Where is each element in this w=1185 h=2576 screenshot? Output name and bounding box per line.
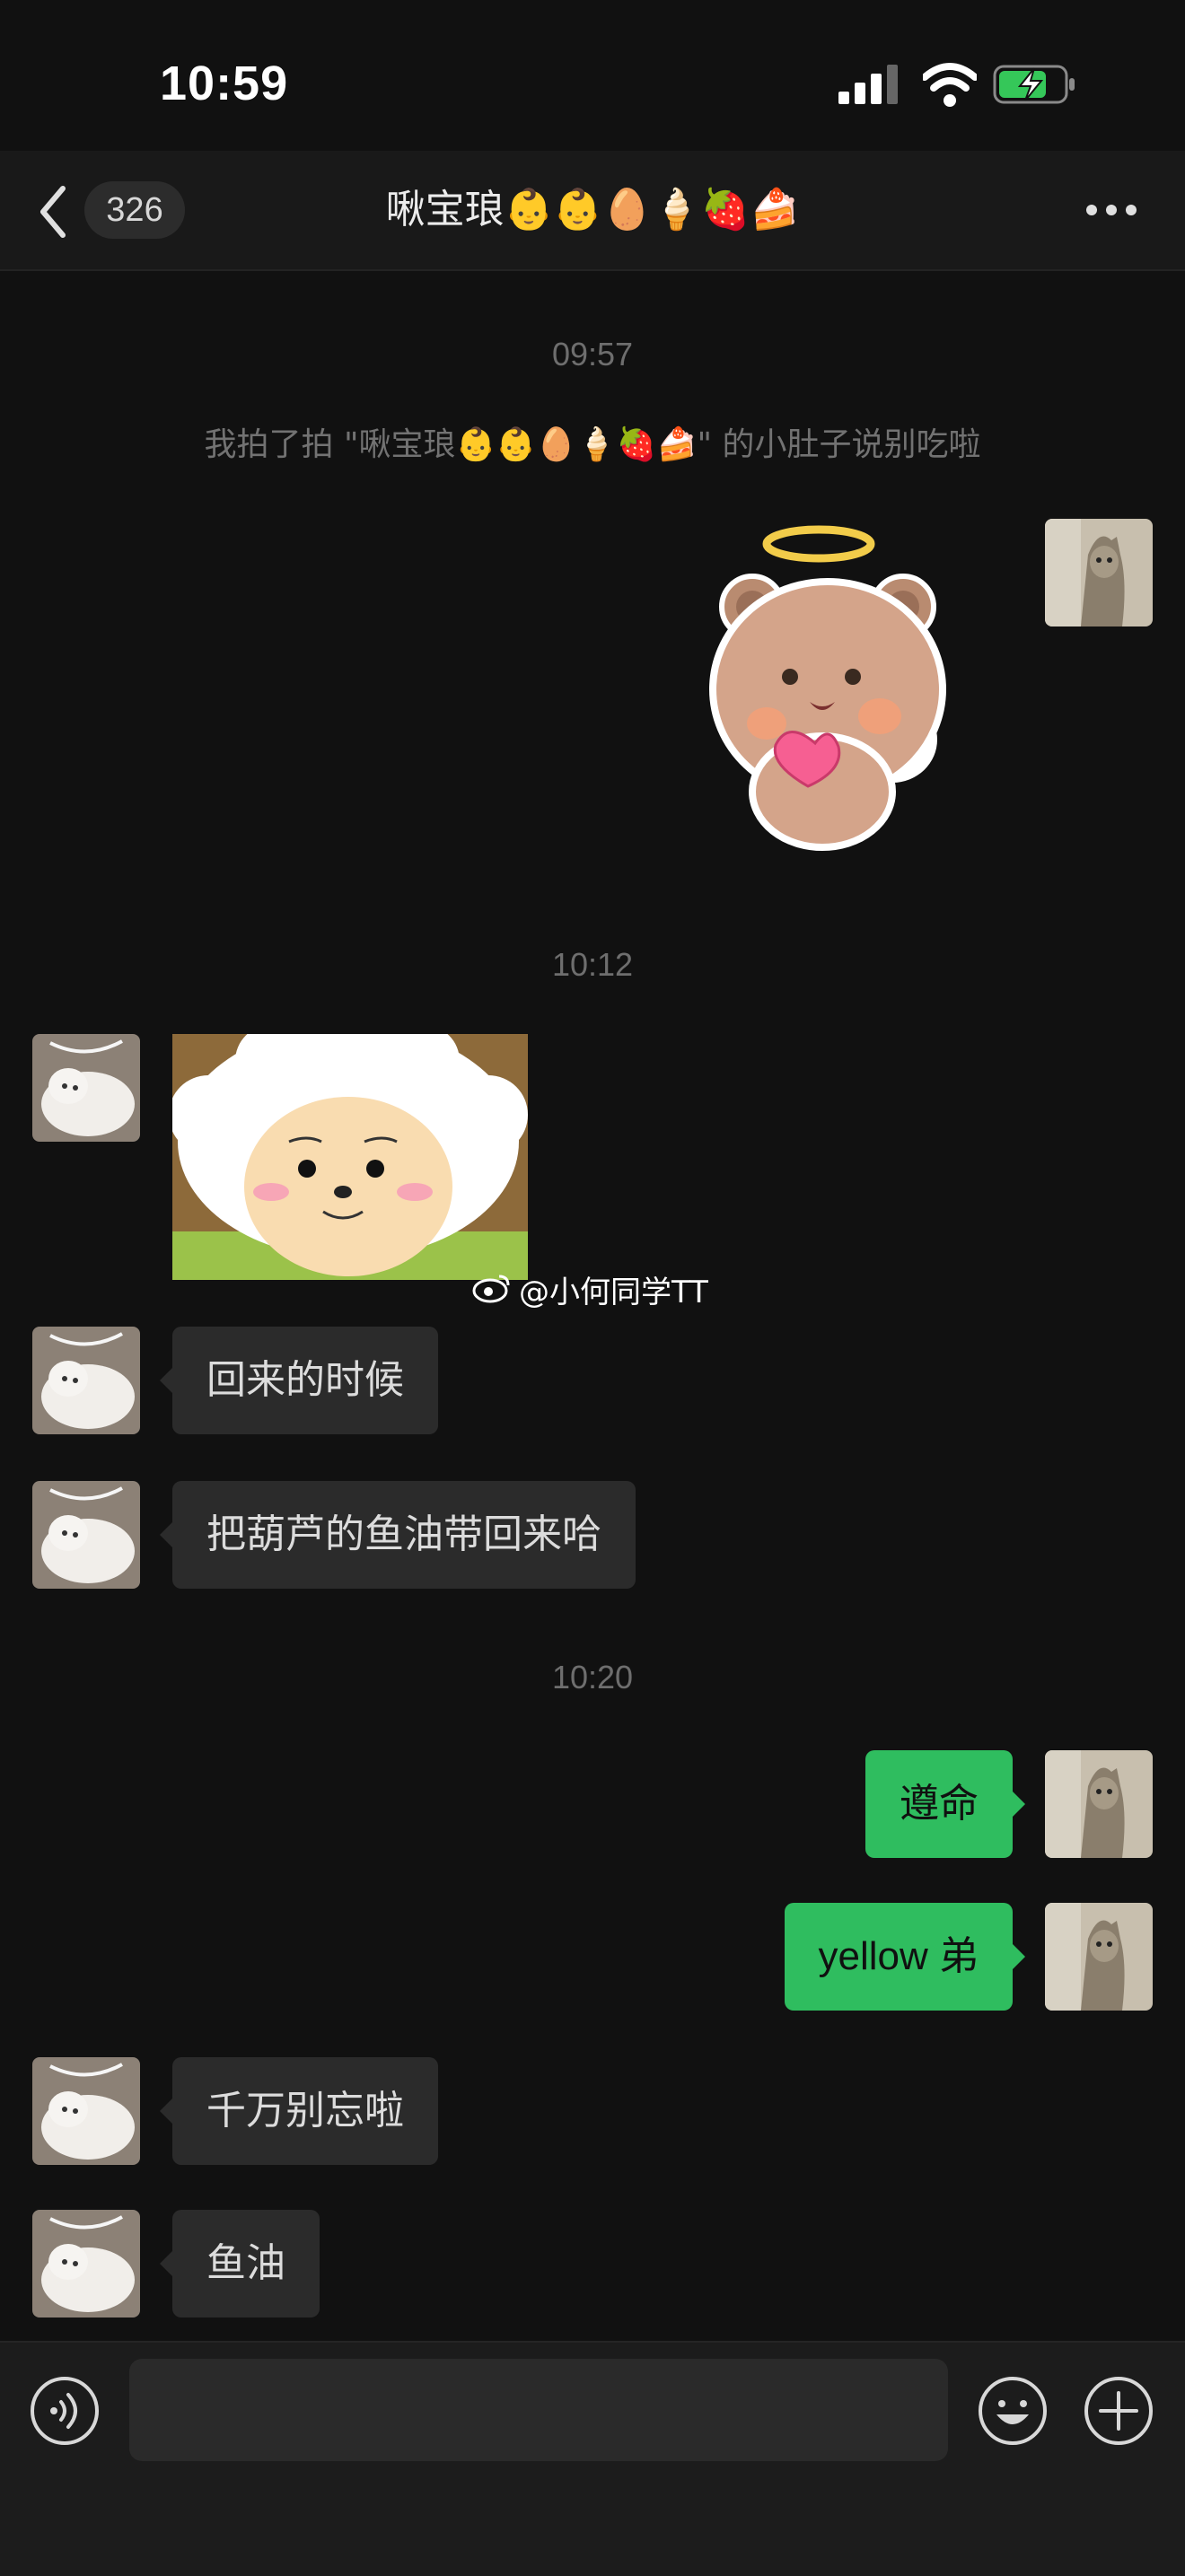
message-bubble-incoming[interactable]: 把葫芦的鱼油带回来哈 <box>160 1481 636 1589</box>
avatar-contact[interactable] <box>32 1481 140 1589</box>
message-input[interactable] <box>129 2359 948 2461</box>
emoji-icon[interactable] <box>977 2375 1049 2447</box>
avatar-me[interactable] <box>1045 1750 1153 1858</box>
avatar-contact[interactable] <box>32 2057 140 2165</box>
more-dots-icon[interactable] <box>1084 203 1138 217</box>
timestamp: 10:20 <box>551 1659 634 1695</box>
avatar-me[interactable] <box>1045 519 1153 626</box>
signal-icon <box>838 65 898 104</box>
status-time: 10:59 <box>160 57 289 110</box>
message-bubble-incoming[interactable]: 回来的时候 <box>160 1327 438 1434</box>
avatar-me[interactable] <box>1045 1903 1153 2011</box>
image-watermark: @小何同学TT <box>519 1275 708 1310</box>
timestamp: 10:12 <box>551 946 634 983</box>
timestamp: 09:57 <box>551 336 634 372</box>
message-bubble-outgoing[interactable]: yellow 弟 <box>784 1903 1025 2011</box>
angel-bear-sticker[interactable] <box>704 519 973 865</box>
avatar-contact[interactable] <box>32 1034 140 1142</box>
sheep-cartoon-image[interactable] <box>172 1034 528 1280</box>
voice-icon[interactable] <box>29 2375 101 2447</box>
message-bubble-incoming[interactable]: 千万别忘啦 <box>160 2057 438 2165</box>
weibo-icon <box>472 1275 510 1303</box>
unread-count-badge[interactable]: 326 <box>84 181 185 239</box>
message-bubble-outgoing[interactable]: 遵命 <box>865 1750 1025 1858</box>
system-message: 我拍了拍 "啾宝琅👶👶🥚🍦🍓🍰" 的小肚子说别吃啦 <box>204 426 981 463</box>
chat-title: 啾宝琅👶👶🥚🍦🍓🍰 <box>385 187 800 232</box>
battery-charging-icon <box>993 65 1075 104</box>
avatar-contact[interactable] <box>32 2210 140 2318</box>
avatar-contact[interactable] <box>32 1327 140 1434</box>
message-bubble-incoming[interactable]: 鱼油 <box>160 2210 320 2318</box>
wifi-icon <box>923 63 977 107</box>
back-chevron-icon[interactable] <box>36 183 72 241</box>
plus-icon[interactable] <box>1083 2375 1154 2447</box>
